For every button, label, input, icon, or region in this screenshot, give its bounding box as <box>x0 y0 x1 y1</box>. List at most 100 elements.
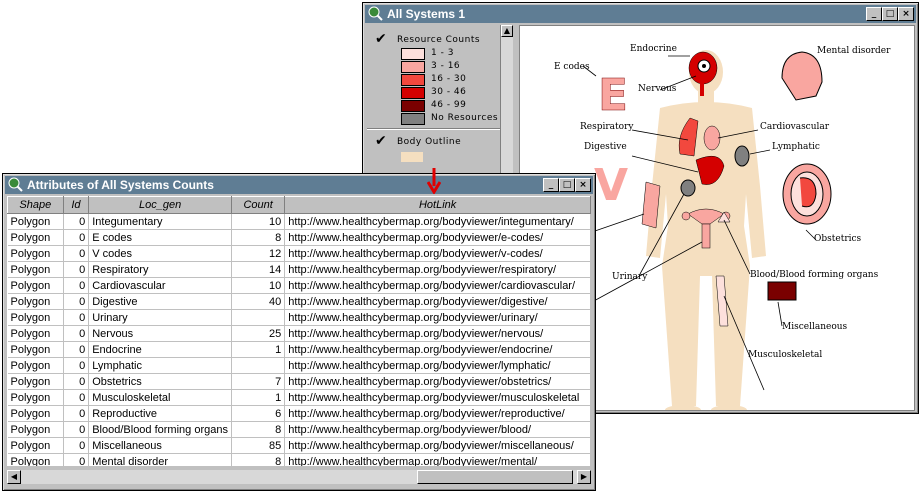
label-obstetrics: Obstetrics <box>814 234 862 244</box>
cell-hotlink[interactable]: http://www.healthcybermap.org/bodyviewer… <box>284 421 591 438</box>
miscellaneous-box <box>767 281 797 301</box>
table-row[interactable]: Polygon 0 Reproductive 6 http://www.healthcy… <box>7 405 591 422</box>
table-row[interactable]: Polygon 0 Miscellaneous 85 http://www.health… <box>7 437 591 454</box>
cell-hotlink[interactable]: http://www.healthcybermap.org/bodyviewer… <box>284 213 591 230</box>
cell-hotlink[interactable]: http://www.healthcybermap.org/bodyviewer… <box>284 373 591 390</box>
cell-id: 0 <box>63 373 90 390</box>
cell-shape: Polygon <box>7 421 64 438</box>
label-blood: Blood/Blood forming organs <box>750 270 879 280</box>
cell-shape: Polygon <box>7 453 64 466</box>
cell-id: 0 <box>63 421 90 438</box>
maximize-button[interactable]: □ <box>882 7 898 21</box>
cell-id: 0 <box>63 309 90 326</box>
label-mental: Mental disorder <box>817 46 891 56</box>
cell-shape: Polygon <box>7 373 64 390</box>
cell-shape: Polygon <box>7 389 64 406</box>
scroll-left-arrow[interactable]: ◀ <box>7 470 21 484</box>
cell-hotlink[interactable]: http://www.healthcybermap.org/bodyviewer… <box>284 357 591 374</box>
scroll-thumb[interactable] <box>417 470 573 484</box>
cell-loc-gen: Obstetrics <box>88 373 232 390</box>
table-row[interactable]: Polygon 0 Blood/Blood forming organs 8 http:… <box>7 421 591 438</box>
table-row[interactable]: Polygon 0 Mental disorder 8 http://www.healt… <box>7 453 591 466</box>
cell-hotlink[interactable]: http://www.healthcybermap.org/bodyviewer… <box>284 453 591 466</box>
table-row[interactable]: Polygon 0 Cardiovascular 10 http://www.healt… <box>7 277 591 294</box>
legend-label-4: 30 - 46 <box>431 87 467 97</box>
table-header-row: Shape Id Loc_gen Count HotLink <box>7 196 591 214</box>
label-respiratory: Respiratory <box>580 122 634 132</box>
column-header-id[interactable]: Id <box>62 196 90 214</box>
legend-label-2: 3 - 16 <box>431 61 461 71</box>
cell-count: 25 <box>231 325 286 342</box>
cell-hotlink[interactable]: http://www.healthcybermap.org/bodyviewer… <box>284 309 591 326</box>
legend-scrollbar[interactable]: ▲ <box>500 25 513 175</box>
attribute-table[interactable]: Shape Id Loc_gen Count HotLink Polygon 0 I… <box>7 196 591 466</box>
legend-swatch-5 <box>401 100 425 112</box>
column-header-shape[interactable]: Shape <box>7 196 64 214</box>
table-row[interactable]: Polygon 0 Urinary http://www.healthcybermap… <box>7 309 591 326</box>
table-row[interactable]: Polygon 0 Integumentary 10 http://www.health… <box>7 213 591 230</box>
cell-loc-gen: Endocrine <box>88 341 232 358</box>
table-row[interactable]: Polygon 0 E codes 8 http://www.healthcyberma… <box>7 229 591 246</box>
cell-id: 0 <box>63 341 90 358</box>
cell-id: 0 <box>63 245 90 262</box>
attributes-window: Attributes of All Systems Counts _ □ × S… <box>2 168 596 491</box>
table-row[interactable]: Polygon 0 V codes 12 http://www.healthcyberm… <box>7 245 591 262</box>
cell-count: 14 <box>231 261 286 278</box>
all-systems-titlebar[interactable]: All Systems 1 _ □ × <box>365 5 916 23</box>
label-ecodes: E codes <box>554 62 590 72</box>
table-row[interactable]: Polygon 0 Obstetrics 7 http://www.healthcybe… <box>7 373 591 390</box>
close-button[interactable]: × <box>898 7 914 21</box>
window-title: Attributes of All Systems Counts <box>27 178 214 192</box>
cell-count: 1 <box>231 341 286 358</box>
table-row[interactable]: Polygon 0 Digestive 40 http://www.healthcybe… <box>7 293 591 310</box>
cell-count <box>231 357 286 374</box>
table-row[interactable]: Polygon 0 Musculoskeletal 1 http://www.healt… <box>7 389 591 406</box>
table-row[interactable]: Polygon 0 Lymphatic http://www.healthcyberm… <box>7 357 591 374</box>
cell-hotlink[interactable]: http://www.healthcybermap.org/bodyviewer… <box>284 325 591 342</box>
cell-hotlink[interactable]: http://www.healthcybermap.org/bodyviewer… <box>284 293 591 310</box>
table-row[interactable]: Polygon 0 Respiratory 14 http://www.healthcy… <box>7 261 591 278</box>
cell-hotlink[interactable]: http://www.healthcybermap.org/bodyviewer… <box>284 437 591 454</box>
cell-loc-gen: Nervous <box>88 325 232 342</box>
cell-id: 0 <box>63 213 90 230</box>
cell-count: 6 <box>231 405 286 422</box>
maximize-button[interactable]: □ <box>559 178 575 192</box>
minimize-button[interactable]: _ <box>866 7 882 21</box>
table-row[interactable]: Polygon 0 Nervous 25 http://www.healthcyberm… <box>7 325 591 342</box>
cell-count: 8 <box>231 421 286 438</box>
column-header-loc-gen[interactable]: Loc_gen <box>88 196 232 214</box>
cell-shape: Polygon <box>7 213 64 230</box>
cell-hotlink[interactable]: http://www.healthcybermap.org/bodyviewer… <box>284 389 591 406</box>
cell-hotlink[interactable]: http://www.healthcybermap.org/bodyviewer… <box>284 229 591 246</box>
legend-swatch-2 <box>401 61 425 73</box>
table-row[interactable]: Polygon 0 Endocrine 1 http://www.healthcyber… <box>7 341 591 358</box>
column-header-count[interactable]: Count <box>230 196 286 214</box>
cell-hotlink[interactable]: http://www.healthcybermap.org/bodyviewer… <box>284 245 591 262</box>
cell-loc-gen: E codes <box>88 229 232 246</box>
scroll-right-arrow[interactable]: ▶ <box>577 470 591 484</box>
cell-loc-gen: Digestive <box>88 293 232 310</box>
scroll-up-arrow[interactable]: ▲ <box>501 25 513 37</box>
cell-id: 0 <box>63 261 90 278</box>
cell-count: 10 <box>231 213 286 230</box>
legend-label-3: 16 - 30 <box>431 74 467 84</box>
cell-id: 0 <box>63 437 90 454</box>
cell-hotlink[interactable]: http://www.healthcybermap.org/bodyviewer… <box>284 277 591 294</box>
cell-hotlink[interactable]: http://www.healthcybermap.org/bodyviewer… <box>284 405 591 422</box>
label-lymphatic: Lymphatic <box>772 142 820 152</box>
resource-counts-checkbox[interactable]: ✔ <box>375 32 388 46</box>
column-header-hotlink[interactable]: HotLink <box>284 196 591 214</box>
close-button[interactable]: × <box>575 178 591 192</box>
body-outline-checkbox[interactable]: ✔ <box>375 134 388 148</box>
body-outline-swatch <box>401 152 423 162</box>
cell-hotlink[interactable]: http://www.healthcybermap.org/bodyviewer… <box>284 341 591 358</box>
resource-counts-title: Resource Counts <box>397 35 481 45</box>
window-title: All Systems 1 <box>387 7 466 21</box>
legend-swatch-4 <box>401 87 425 99</box>
attributes-titlebar[interactable]: Attributes of All Systems Counts _ □ × <box>5 176 593 194</box>
horizontal-scrollbar[interactable]: ◀ ▶ <box>7 470 591 484</box>
cell-hotlink[interactable]: http://www.healthcybermap.org/bodyviewer… <box>284 261 591 278</box>
minimize-button[interactable]: _ <box>543 178 559 192</box>
cell-count: 10 <box>231 277 286 294</box>
body-outline-title: Body Outline <box>397 137 462 147</box>
